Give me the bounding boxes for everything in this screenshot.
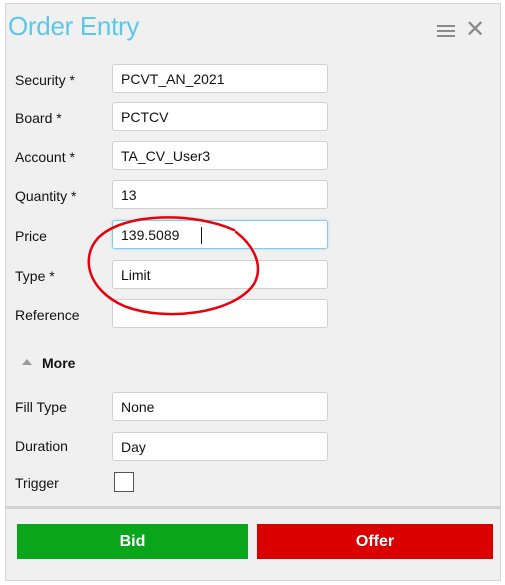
offer-button[interactable]: Offer — [257, 524, 493, 559]
reference-label: Reference — [15, 307, 80, 323]
security-label: Security * — [15, 72, 75, 88]
type-label: Type * — [15, 268, 55, 284]
account-field[interactable] — [112, 141, 328, 170]
window-title: Order Entry — [8, 11, 140, 41]
board-field[interactable] — [112, 102, 328, 131]
quantity-label: Quantity * — [15, 188, 77, 204]
more-toggle[interactable]: More — [18, 352, 108, 376]
chevron-up-icon — [22, 359, 32, 365]
price-field[interactable] — [112, 220, 328, 249]
quantity-field[interactable] — [112, 180, 328, 209]
duration-label: Duration — [15, 438, 68, 454]
security-field[interactable] — [112, 64, 328, 93]
more-label: More — [42, 355, 76, 371]
board-label: Board * — [15, 110, 62, 126]
trigger-checkbox[interactable] — [114, 472, 134, 492]
fill-type-label: Fill Type — [15, 399, 67, 415]
text-caret — [201, 227, 202, 244]
divider — [5, 506, 501, 509]
hamburger-menu-icon[interactable] — [437, 25, 455, 37]
price-label: Price — [15, 228, 47, 244]
duration-field[interactable] — [112, 432, 328, 461]
trigger-label: Trigger — [15, 475, 59, 491]
account-label: Account * — [15, 149, 75, 165]
bid-button[interactable]: Bid — [17, 524, 248, 559]
reference-field[interactable] — [112, 299, 328, 328]
type-field[interactable] — [112, 260, 328, 289]
close-icon[interactable]: ✕ — [465, 18, 485, 42]
fill-type-field[interactable] — [112, 392, 328, 421]
